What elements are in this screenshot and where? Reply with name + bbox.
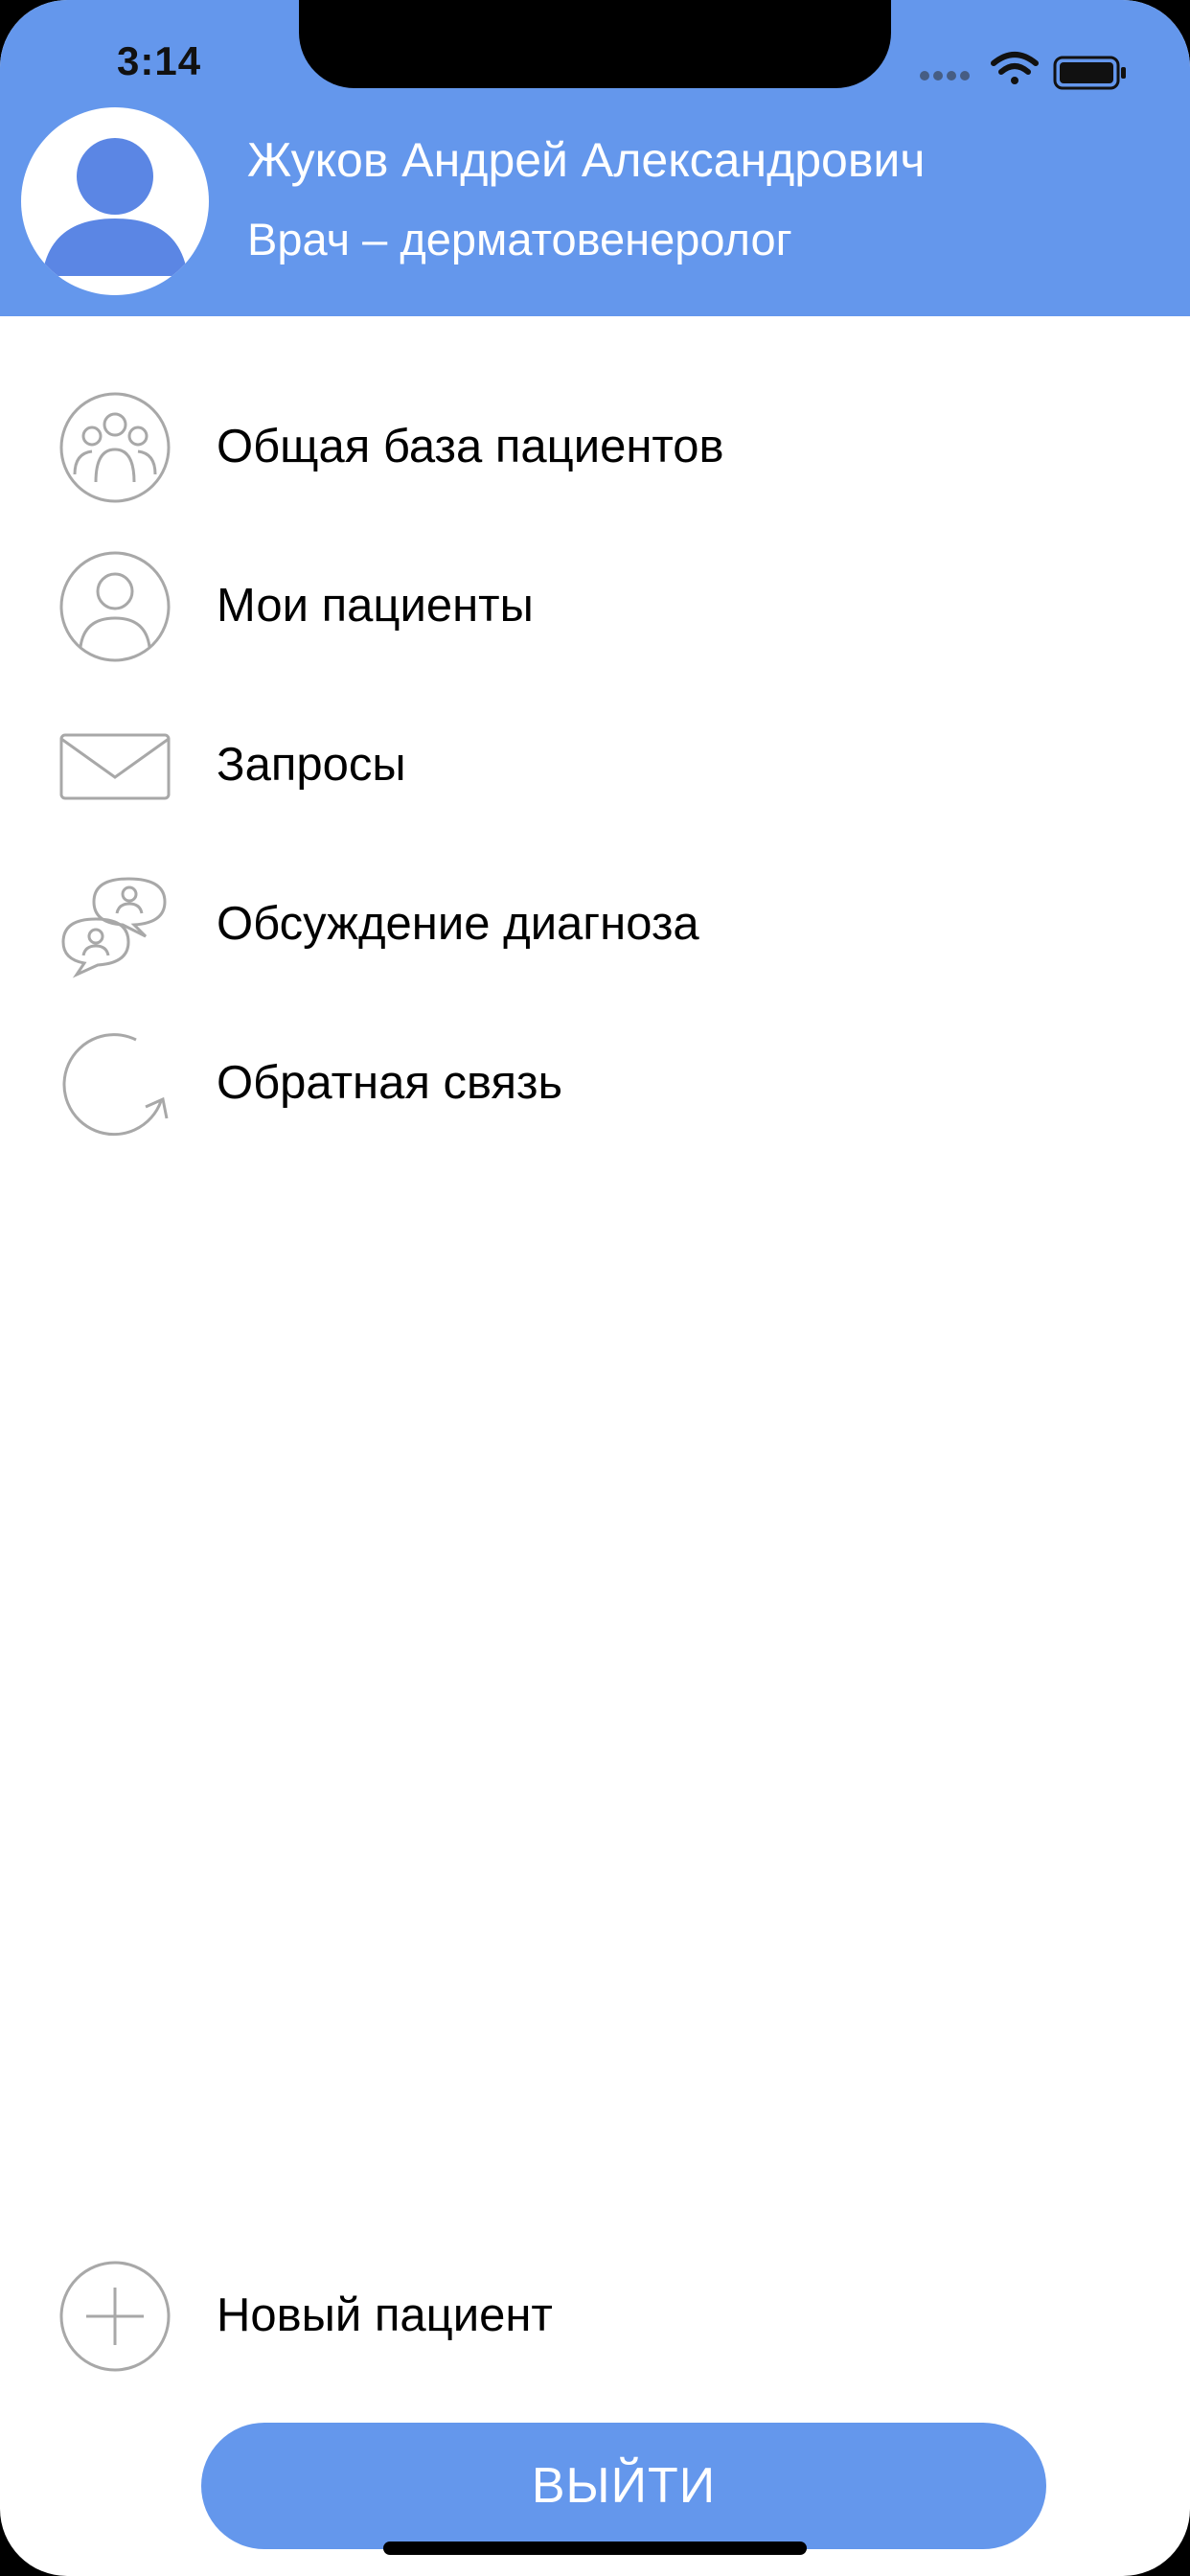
- wifi-icon: [991, 52, 1039, 84]
- avatar[interactable]: [21, 107, 209, 295]
- profile-header: 3:14 Жуков Андрей Александрович Врач – д…: [0, 0, 1190, 316]
- refresh-icon: [62, 1033, 169, 1137]
- cellular-signal-icon: [920, 71, 970, 80]
- plus-icon: [59, 2261, 171, 2372]
- new-patient-label: Новый пациент: [217, 2289, 553, 2341]
- status-time: 3:14: [117, 38, 202, 83]
- envelope-icon: [59, 733, 171, 800]
- menu-item-patient-database[interactable]: Общая база пациентов: [0, 376, 1190, 519]
- user-name: Жуков Андрей Александрович: [247, 133, 926, 187]
- battery-icon: [1053, 56, 1126, 90]
- menu-item-diagnosis-discussion[interactable]: Обсуждение диагноза: [0, 853, 1190, 997]
- new-patient-button[interactable]: Новый пациент: [0, 2244, 1190, 2388]
- menu-item-label: Запросы: [217, 739, 406, 791]
- logout-button[interactable]: ВЫЙТИ: [201, 2423, 1046, 2549]
- chat-bubbles-icon: [61, 877, 167, 978]
- menu-item-label: Мои пациенты: [217, 580, 534, 632]
- menu-item-label: Обратная связь: [217, 1057, 563, 1109]
- menu-item-requests[interactable]: Запросы: [0, 694, 1190, 838]
- menu-item-label: Общая база пациентов: [217, 421, 724, 472]
- user-role: Врач – дерматовенеролог: [247, 214, 792, 264]
- menu-item-label: Обсуждение диагноза: [217, 898, 699, 950]
- menu-item-feedback[interactable]: Обратная связь: [0, 1012, 1190, 1156]
- home-indicator: [383, 2542, 807, 2555]
- status-icons: [920, 52, 1126, 90]
- avatar-person-icon: [42, 138, 188, 276]
- app-screen: 3:14 Жуков Андрей Александрович Врач – д…: [0, 0, 1190, 2576]
- menu-item-my-patients[interactable]: Мои пациенты: [0, 535, 1190, 678]
- user-icon: [59, 551, 171, 662]
- device-notch: [299, 0, 891, 88]
- group-icon: [59, 392, 171, 503]
